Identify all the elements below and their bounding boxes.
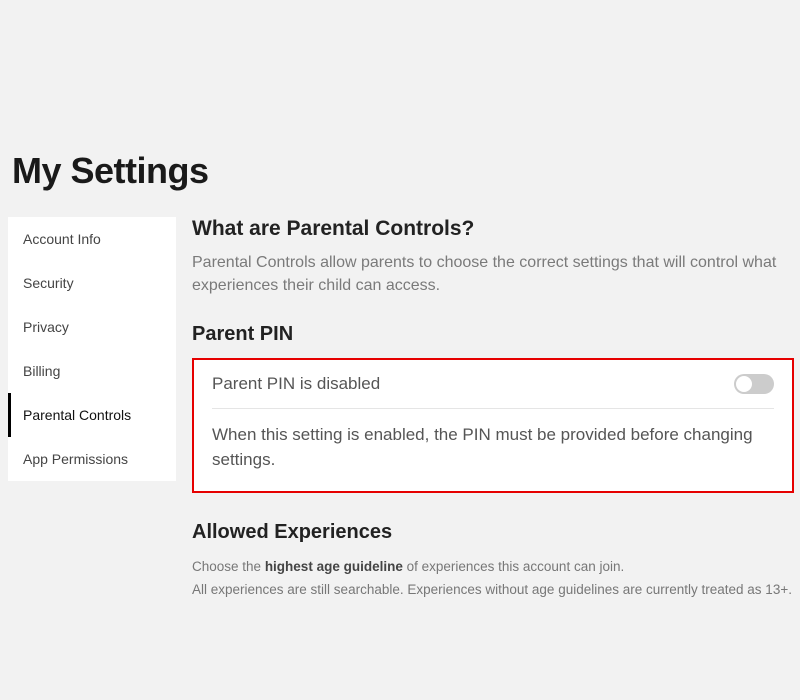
- allowed-experiences-heading: Allowed Experiences: [192, 521, 794, 544]
- parent-pin-panel: Parent PIN is disabled When this setting…: [192, 358, 794, 492]
- sidebar-item-billing[interactable]: Billing: [8, 349, 176, 393]
- allowed-experiences-line1: Choose the highest age guideline of expe…: [192, 556, 794, 579]
- sidebar-item-account-info[interactable]: Account Info: [8, 217, 176, 261]
- intro-text: Parental Controls allow parents to choos…: [192, 251, 794, 297]
- allowed-exp-line1-post: of experiences this account can join.: [403, 559, 624, 574]
- toggle-knob-icon: [736, 376, 752, 392]
- parent-pin-toggle[interactable]: [734, 374, 774, 394]
- parent-pin-toggle-row: Parent PIN is disabled: [212, 374, 774, 409]
- sidebar-item-app-permissions[interactable]: App Permissions: [8, 437, 176, 481]
- page-title: My Settings: [0, 0, 800, 217]
- allowed-experiences-line2: All experiences are still searchable. Ex…: [192, 579, 794, 602]
- sidebar-item-parental-controls[interactable]: Parental Controls: [8, 393, 176, 437]
- settings-layout: Account Info Security Privacy Billing Pa…: [0, 217, 800, 602]
- settings-sidebar: Account Info Security Privacy Billing Pa…: [8, 217, 176, 481]
- parent-pin-status-label: Parent PIN is disabled: [212, 374, 380, 394]
- parent-pin-description: When this setting is enabled, the PIN mu…: [212, 423, 774, 472]
- allowed-exp-line1-pre: Choose the: [192, 559, 265, 574]
- intro-heading: What are Parental Controls?: [192, 217, 794, 241]
- allowed-exp-line1-bold: highest age guideline: [265, 559, 403, 574]
- sidebar-item-privacy[interactable]: Privacy: [8, 305, 176, 349]
- sidebar-item-security[interactable]: Security: [8, 261, 176, 305]
- parent-pin-heading: Parent PIN: [192, 323, 794, 346]
- content-area: What are Parental Controls? Parental Con…: [176, 217, 800, 602]
